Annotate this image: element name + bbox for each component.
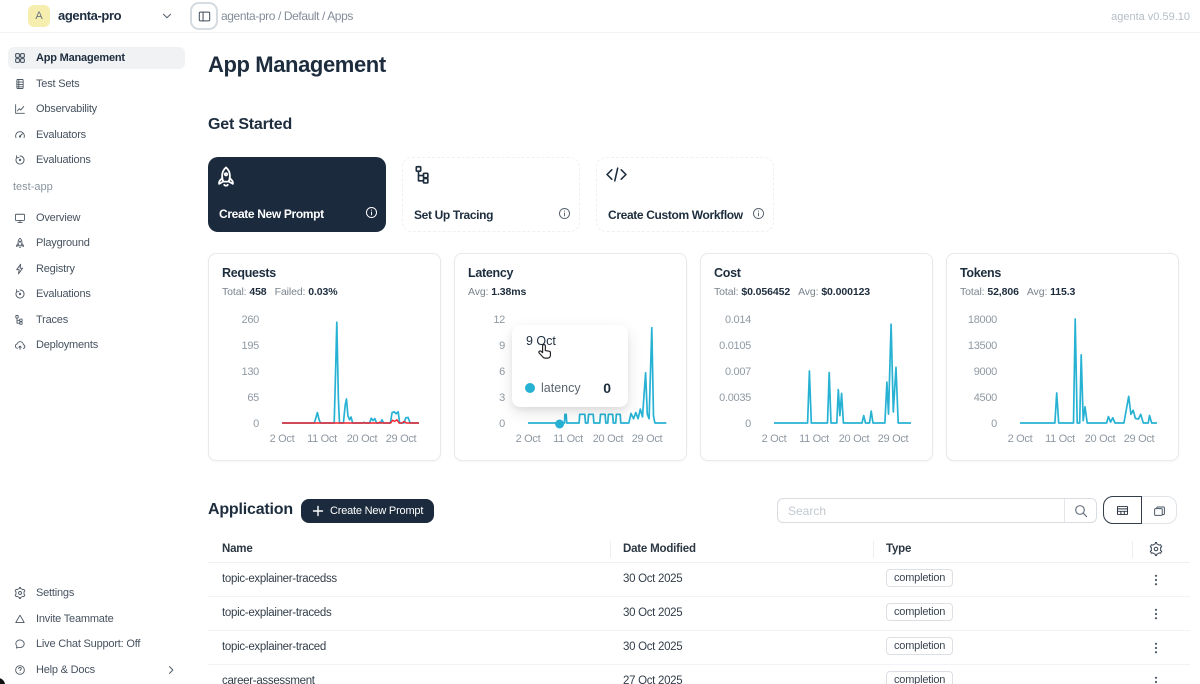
svg-text:3: 3	[499, 392, 505, 404]
svg-text:0: 0	[499, 418, 505, 430]
svg-text:20 Oct: 20 Oct	[839, 433, 870, 445]
svg-text:2 Oct: 2 Oct	[270, 433, 295, 445]
svg-text:9000: 9000	[974, 366, 997, 378]
svg-text:13500: 13500	[968, 340, 997, 352]
svg-text:12: 12	[493, 314, 505, 326]
svg-text:260: 260	[242, 314, 260, 326]
svg-text:11 Oct: 11 Oct	[307, 433, 337, 445]
svg-text:29 Oct: 29 Oct	[386, 433, 417, 445]
svg-text:0.0105: 0.0105	[719, 340, 751, 352]
svg-text:29 Oct: 29 Oct	[1124, 433, 1155, 445]
svg-text:2 Oct: 2 Oct	[516, 433, 541, 445]
svg-text:18000: 18000	[968, 314, 997, 326]
svg-text:11 Oct: 11 Oct	[799, 433, 829, 445]
svg-text:0.0035: 0.0035	[719, 392, 751, 404]
svg-text:65: 65	[247, 392, 259, 404]
svg-text:11 Oct: 11 Oct	[553, 433, 583, 445]
svg-text:0: 0	[745, 418, 751, 430]
svg-text:6: 6	[499, 366, 505, 378]
svg-text:29 Oct: 29 Oct	[632, 433, 663, 445]
svg-text:0: 0	[991, 418, 997, 430]
svg-text:0.014: 0.014	[725, 314, 751, 326]
svg-text:2 Oct: 2 Oct	[762, 433, 787, 445]
svg-text:9: 9	[499, 340, 505, 352]
svg-text:130: 130	[242, 366, 260, 378]
svg-text:2 Oct: 2 Oct	[1008, 433, 1033, 445]
svg-text:11 Oct: 11 Oct	[1045, 433, 1075, 445]
svg-text:4500: 4500	[974, 392, 997, 404]
svg-text:20 Oct: 20 Oct	[347, 433, 378, 445]
svg-text:0.007: 0.007	[725, 366, 751, 378]
svg-text:29 Oct: 29 Oct	[878, 433, 909, 445]
svg-text:195: 195	[242, 340, 260, 352]
svg-text:0: 0	[253, 418, 259, 430]
svg-text:20 Oct: 20 Oct	[1085, 433, 1116, 445]
svg-text:20 Oct: 20 Oct	[593, 433, 624, 445]
